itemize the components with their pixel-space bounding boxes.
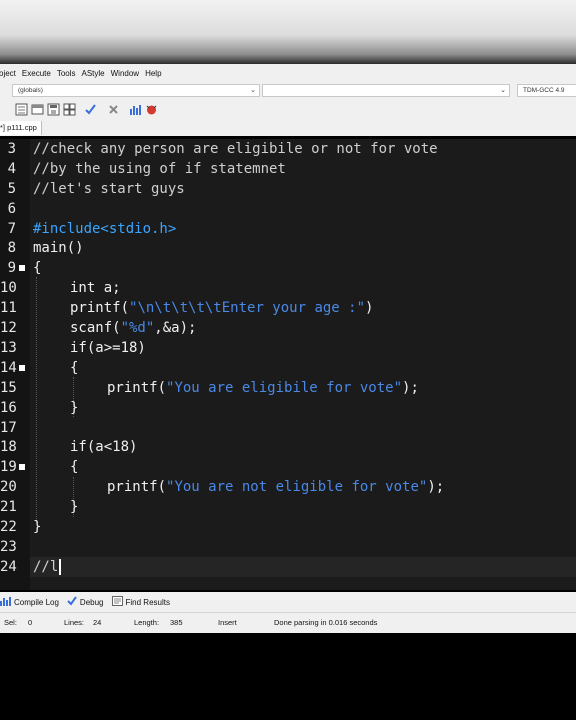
line-number: 15 (0, 380, 17, 396)
status-sel-value: 0 (28, 618, 33, 627)
menu-project[interactable]: oject (0, 69, 22, 78)
code-line-11: printf("\n\t\t\t\tEnter your age :") (70, 300, 374, 316)
status-length-label: Length: (134, 618, 160, 627)
menu-window[interactable]: Window (111, 69, 145, 78)
tab-debug-label: Debug (79, 597, 104, 607)
tab-p111-cpp[interactable]: *] p111.cpp (0, 121, 42, 135)
line-number: 18 (0, 439, 17, 455)
code-line-7: #include<stdio.h> (33, 221, 177, 237)
line-number: 21 (0, 499, 17, 515)
line-number: 17 (0, 420, 17, 436)
line-number: 9 (7, 260, 16, 276)
menu-astyle[interactable]: AStyle (82, 69, 111, 78)
code-line-24: //l (33, 559, 59, 575)
status-length-value: 385 (170, 618, 183, 627)
line-number: 4 (7, 161, 16, 177)
toolbar-main (0, 100, 576, 121)
line-number: 10 (0, 280, 17, 296)
line-number: 11 (0, 300, 17, 316)
menu-bar: oject Execute Tools AStyle Window Help (0, 64, 576, 83)
open-icon[interactable] (31, 103, 44, 116)
check-icon (67, 596, 77, 608)
code-line-3: //check any person are eligibile or not … (33, 141, 438, 157)
code-line-4: //by the using of if statemnet (33, 161, 286, 177)
tab-compile-log[interactable]: Compile Log (0, 596, 59, 608)
status-mode: Insert (218, 618, 237, 627)
indent-guide (36, 277, 37, 523)
scope-combo[interactable]: (globals) ⌄ (12, 84, 260, 97)
current-line-highlight (30, 557, 576, 577)
status-sel-label: Sel: (4, 618, 17, 627)
chevron-down-icon[interactable]: ⌄ (500, 85, 506, 96)
line-number: 5 (7, 181, 16, 197)
tab-find-results[interactable]: Find Results (111, 596, 170, 608)
line-number: 12 (0, 320, 17, 336)
line-number: 23 (0, 539, 17, 555)
fold-marker[interactable] (19, 365, 25, 371)
line-number: 22 (0, 519, 17, 535)
code-line-8: main() (33, 240, 84, 256)
check-icon[interactable] (84, 103, 97, 116)
menu-help[interactable]: Help (145, 69, 167, 78)
chevron-down-icon[interactable]: ⌄ (250, 85, 256, 96)
scope-combo-value: (globals) (18, 87, 43, 94)
code-line-13: if(a>=18) (70, 340, 146, 356)
find-results-icon (111, 596, 123, 608)
editor-tab-bar: *] p111.cpp (0, 120, 576, 136)
compiler-combo[interactable]: TDM-GCC 4.9 (517, 84, 576, 97)
status-message: Done parsing in 0.016 seconds (274, 618, 378, 627)
tab-debug[interactable]: Debug (67, 596, 104, 608)
code-line-9: { (33, 260, 42, 276)
line-number: 20 (0, 479, 17, 495)
code-line-16: } (70, 400, 79, 416)
close-icon[interactable] (107, 103, 120, 116)
line-number: 6 (7, 201, 16, 217)
code-line-21: } (70, 499, 79, 515)
fold-marker[interactable] (19, 265, 25, 271)
compiler-combo-value: TDM-GCC 4.9 (523, 87, 565, 94)
line-number: 16 (0, 400, 17, 416)
save-icon[interactable] (47, 103, 60, 116)
line-number: 14 (0, 360, 17, 376)
line-number: 8 (7, 240, 16, 256)
line-number: 3 (7, 141, 16, 157)
symbol-combo[interactable]: ⌄ (262, 84, 510, 97)
line-number: 13 (0, 340, 17, 356)
code-line-22: } (33, 519, 42, 535)
tab-find-results-label: Find Results (125, 597, 170, 607)
code-line-19: { (70, 459, 79, 475)
save-all-icon[interactable] (63, 103, 76, 116)
chart-icon[interactable] (129, 103, 142, 116)
code-editor[interactable]: 3 4 5 6 7 8 9 10 11 12 13 14 15 16 17 18… (0, 139, 576, 590)
tab-compile-log-label: Compile Log (14, 597, 59, 607)
debug-icon[interactable] (145, 103, 158, 116)
blurred-top-area (0, 0, 576, 64)
new-file-icon[interactable] (15, 103, 28, 116)
code-line-12: scanf("%d",&a); (70, 320, 197, 336)
status-lines-value: 24 (93, 618, 102, 627)
code-line-5: //let's start guys (33, 181, 185, 197)
code-line-15: printf("You are eligibile for vote"); (107, 380, 419, 396)
fold-marker[interactable] (19, 464, 25, 470)
bottom-panel-tabs: Compile Log Debug Find Results (0, 592, 576, 612)
line-number: 7 (7, 221, 16, 237)
status-bar: Sel: 0 Lines: 24 Length: 385 Insert Done… (0, 612, 576, 633)
code-line-10: int a; (70, 280, 121, 296)
text-caret (59, 559, 61, 575)
menu-execute[interactable]: Execute (22, 69, 57, 78)
code-line-20: printf("You are not eligible for vote"); (107, 479, 445, 495)
line-number: 19 (0, 459, 17, 475)
code-line-14: { (70, 360, 79, 376)
compile-log-icon (0, 596, 11, 608)
status-lines-label: Lines: (64, 618, 85, 627)
menu-tools[interactable]: Tools (57, 69, 82, 78)
code-line-18: if(a<18) (70, 439, 138, 455)
line-number: 24 (0, 559, 17, 575)
